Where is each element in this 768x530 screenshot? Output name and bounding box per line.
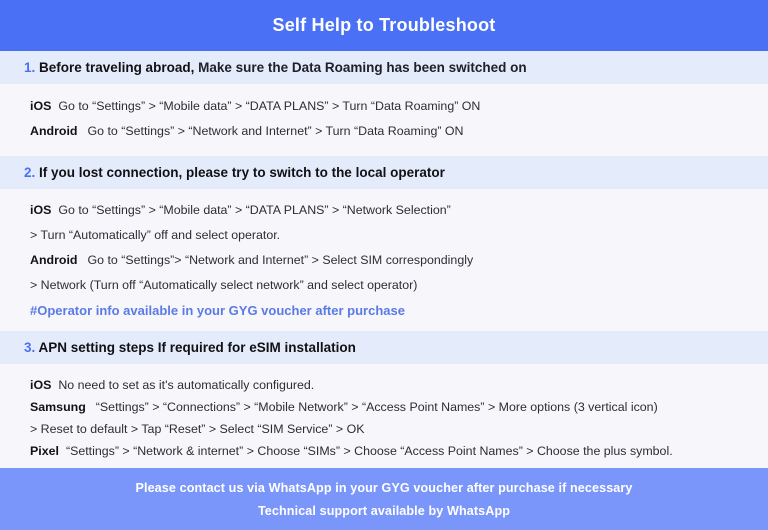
footer-contact-line: Please contact us via WhatsApp in your G… xyxy=(135,480,633,495)
section-3-body: iOS No need to set as it's automatically … xyxy=(0,364,768,468)
section-2-line-3: Android Go to “Settings”> “Network and In… xyxy=(0,248,768,273)
page-header: Self Help to Troubleshoot xyxy=(0,0,768,51)
instruction-text: > Reset to default > Tap “Reset” > Selec… xyxy=(30,422,365,436)
footer-support-line: Technical support available by WhatsApp xyxy=(257,503,511,518)
instruction-text: “Settings” > “Network & internet” > Choo… xyxy=(65,444,673,458)
section-1-body: iOS Go to “Settings” > “Mobile data” > “D… xyxy=(0,84,768,156)
platform-label-samsung: Samsung xyxy=(30,400,86,414)
section-2-line-1: iOS Go to “Settings” > “Mobile data” > “D… xyxy=(0,198,768,223)
instruction-text: No need to set as it's automatically con… xyxy=(58,378,315,392)
section-3-line-4: Pixel “Settings” > “Network & internet” >… xyxy=(0,440,768,462)
section-1-line-2: Android Go to “Settings” > “Network and I… xyxy=(0,119,768,144)
instruction-text: > Turn “Automatically” off and select op… xyxy=(30,228,281,242)
page-footer: Please contact us via WhatsApp in your G… xyxy=(0,468,768,530)
platform-label-pixel: Pixel xyxy=(30,444,59,458)
section-3-line-1: iOS No need to set as it's automatically … xyxy=(0,374,768,396)
section-1-title-strong: Before traveling abroad, xyxy=(39,60,195,75)
section-1-title: 1. Before traveling abroad, Make sure th… xyxy=(0,59,527,76)
section-1-line-1: iOS Go to “Settings” > “Mobile data” > “D… xyxy=(0,94,768,119)
troubleshoot-infographic: Self Help to Troubleshoot 1. Before trav… xyxy=(0,0,768,530)
instruction-text: Go to “Settings” > “Network and Internet… xyxy=(87,124,464,138)
section-2-body: iOS Go to “Settings” > “Mobile data” > “D… xyxy=(0,189,768,331)
page-title: Self Help to Troubleshoot xyxy=(272,15,496,35)
section-3-number: 3. xyxy=(24,340,36,355)
platform-label-ios: iOS xyxy=(30,203,52,217)
section-1-title-rest: Make sure the Data Roaming has been swit… xyxy=(198,60,527,75)
instruction-text: Go to “Settings” > “Mobile data” > “DATA… xyxy=(58,203,451,217)
instruction-text: > Network (Turn off “Automatically selec… xyxy=(30,278,418,292)
section-3-line-3: > Reset to default > Tap “Reset” > Selec… xyxy=(0,418,768,440)
section-2-number: 2. xyxy=(24,165,36,180)
section-3-title-strong: APN setting steps If required for eSIM i… xyxy=(38,340,356,355)
section-1-header: 1. Before traveling abroad, Make sure th… xyxy=(0,51,768,84)
section-1-number: 1. xyxy=(24,60,36,75)
section-2-header: 2. If you lost connection, please try to… xyxy=(0,156,768,189)
platform-label-android: Android xyxy=(30,253,78,267)
section-2-line-2: > Turn “Automatically” off and select op… xyxy=(0,223,768,248)
section-3-line-2: Samsung “Settings” > “Connections” > “Mob… xyxy=(0,396,768,418)
section-2-operator-note: #Operator info available in your GYG vou… xyxy=(30,303,405,318)
platform-label-ios: iOS xyxy=(30,378,52,392)
platform-label-ios: iOS xyxy=(30,99,52,113)
section-2-title: 2. If you lost connection, please try to… xyxy=(0,164,445,181)
section-3-header: 3. APN setting steps If required for eSI… xyxy=(0,331,768,364)
section-3-title: 3. APN setting steps If required for eSI… xyxy=(0,339,356,356)
section-2-title-strong: If you lost connection, please try to sw… xyxy=(39,165,445,180)
section-2-line-4: > Network (Turn off “Automatically selec… xyxy=(0,273,768,298)
platform-label-android: Android xyxy=(30,124,78,138)
instruction-text: Go to “Settings”> “Network and Internet”… xyxy=(87,253,474,267)
content-area: 1. Before traveling abroad, Make sure th… xyxy=(0,51,768,468)
instruction-text: “Settings” > “Connections” > “Mobile Net… xyxy=(95,400,658,414)
instruction-text: Go to “Settings” > “Mobile data” > “DATA… xyxy=(58,99,481,113)
